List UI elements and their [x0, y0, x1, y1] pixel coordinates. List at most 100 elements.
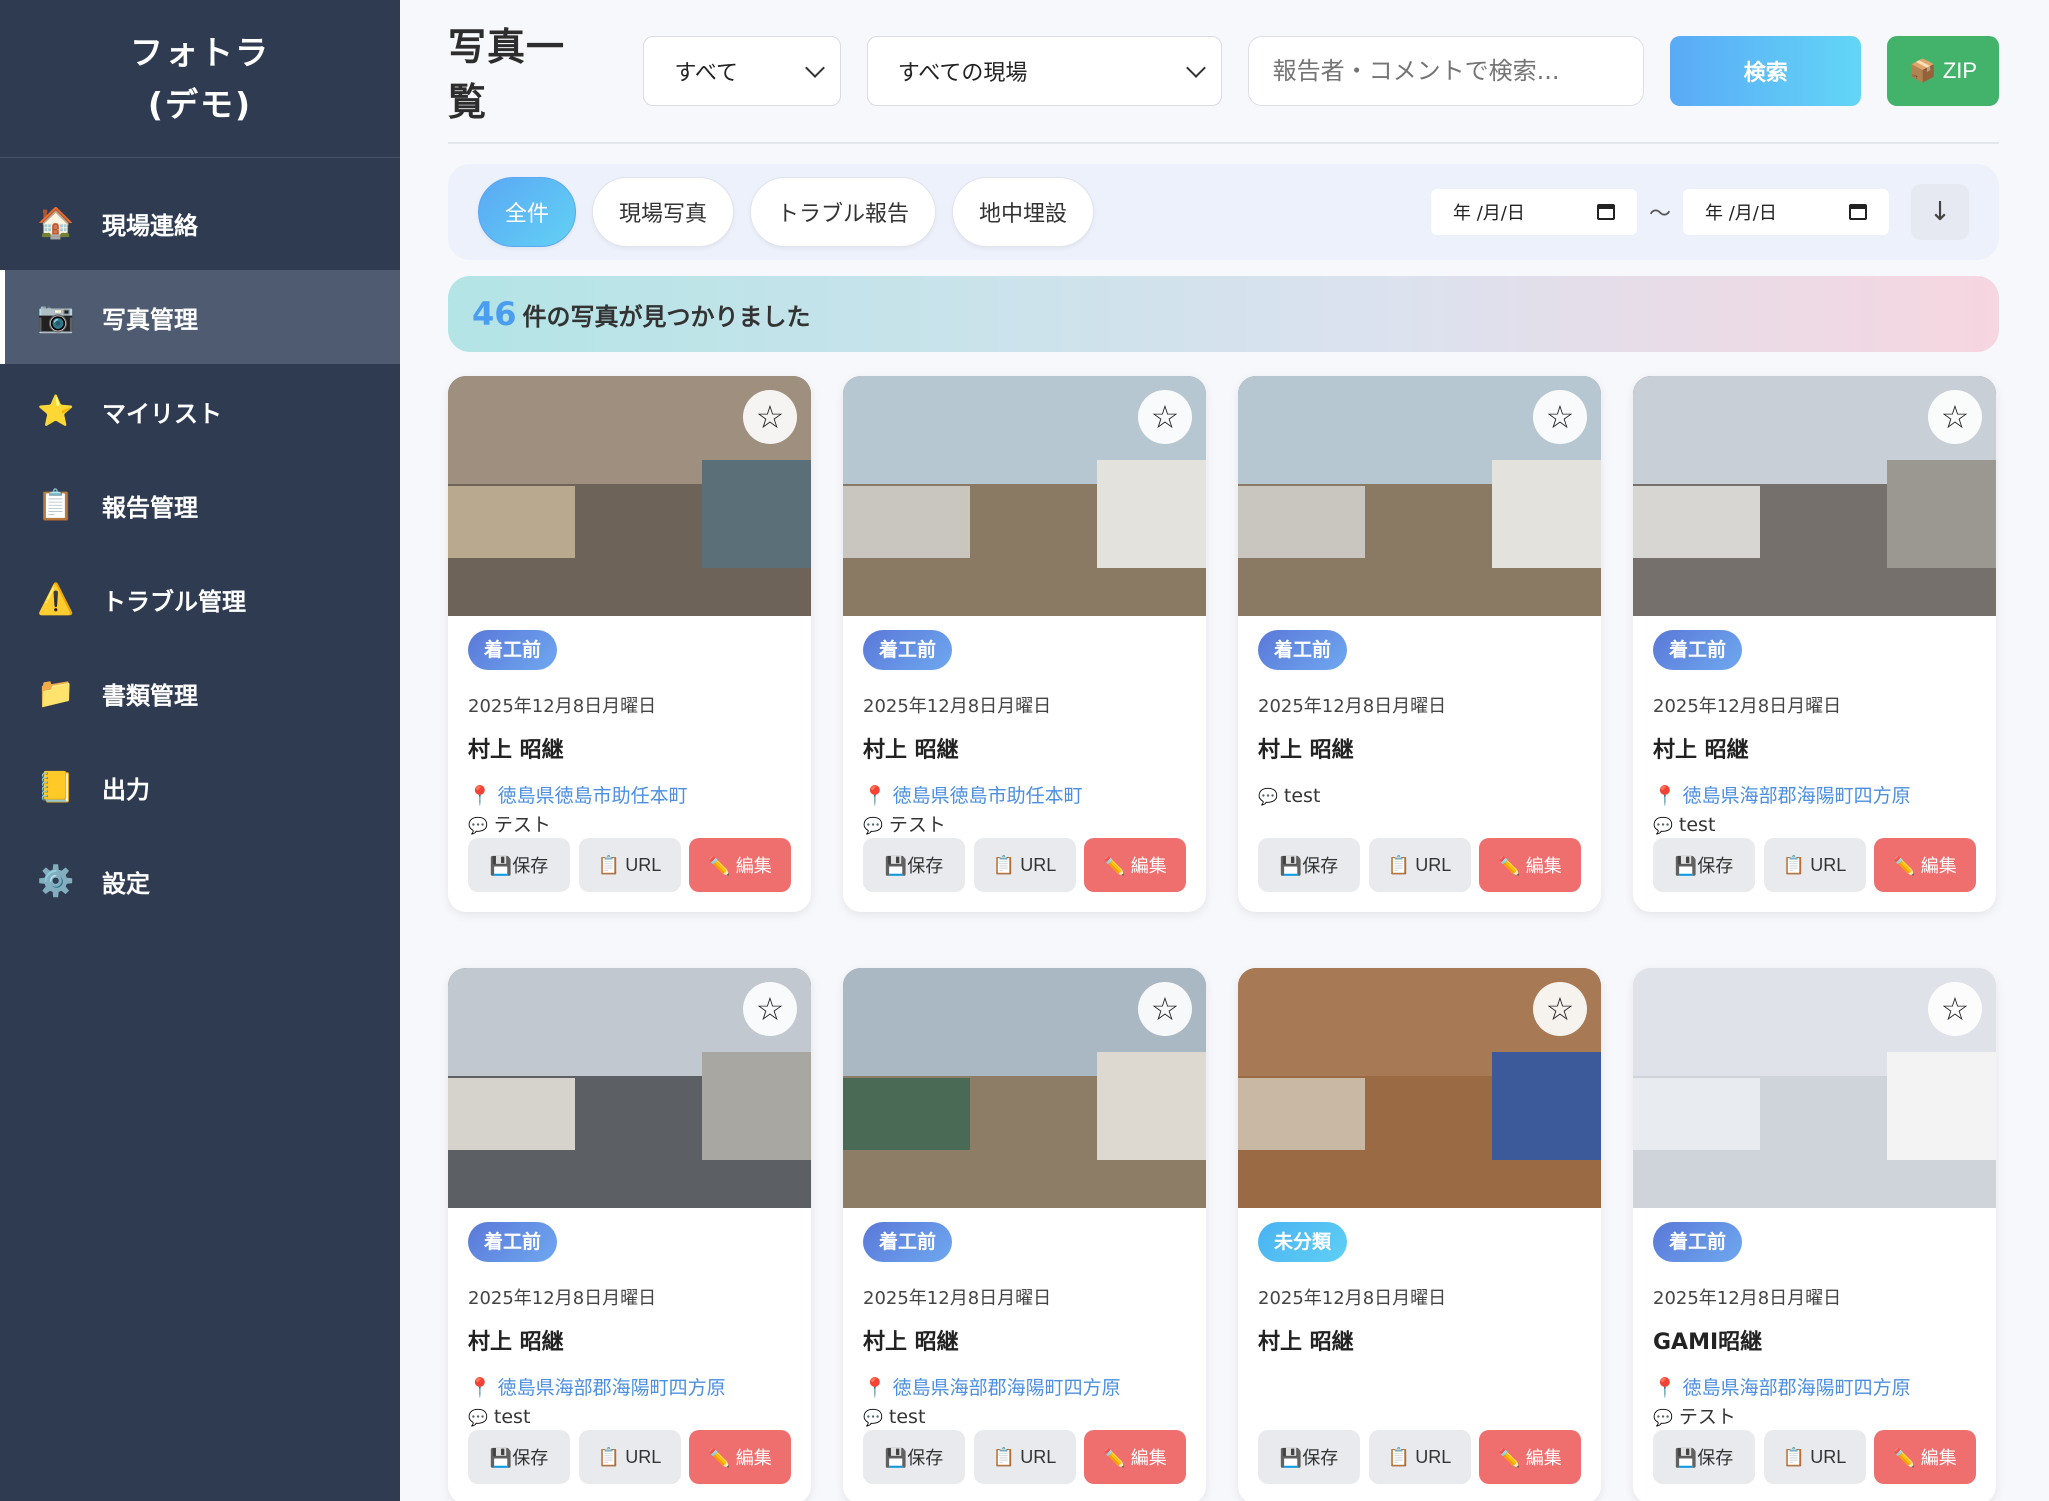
edit-button[interactable]: ✏️ 編集	[1874, 1430, 1976, 1484]
filter-chip[interactable]: 全件	[478, 177, 577, 247]
sidebar-item-mylist[interactable]: ⭐ マイリスト	[0, 364, 400, 458]
date-from-input[interactable]: 年 /月/日	[1430, 189, 1637, 235]
card-location[interactable]: 📍 徳島県海部郡海陽町四方原	[1653, 782, 1976, 811]
search-input[interactable]	[1247, 36, 1645, 106]
photo-card[interactable]: ☆ 着工前 2025年12月8日月曜日 GAMI昭継 📍 徳島県海部郡海陽町四方原…	[1633, 968, 1996, 1501]
save-button[interactable]: 💾保存	[1258, 838, 1360, 892]
copy-url-button[interactable]: 📋 URL	[578, 1430, 681, 1484]
save-button[interactable]: 💾保存	[1653, 838, 1755, 892]
pin-icon: 📍	[863, 1377, 887, 1399]
filter-chip[interactable]: 地中埋設	[952, 177, 1095, 247]
speech-bubble-icon: 💬	[863, 816, 883, 835]
favorite-star-icon[interactable]: ☆	[743, 390, 797, 444]
edit-button[interactable]: ✏️ 編集	[1479, 1430, 1581, 1484]
card-photo[interactable]: ☆	[1238, 968, 1601, 1208]
copy-url-button[interactable]: 📋 URL	[1763, 1430, 1866, 1484]
sidebar-item-settings[interactable]: ⚙️ 設定	[0, 834, 400, 928]
card-location[interactable]: 📍 徳島県徳島市助任本町	[468, 782, 791, 811]
favorite-star-icon[interactable]: ☆	[1928, 390, 1982, 444]
card-reporter: 村上 昭継	[1258, 1330, 1354, 1355]
copy-url-button[interactable]: 📋 URL	[1368, 838, 1471, 892]
sidebar-item-photo-management[interactable]: 📷 写真管理	[0, 270, 400, 364]
sidebar-item-documents[interactable]: 📁 書類管理	[0, 646, 400, 740]
photo-card[interactable]: ☆ 着工前 2025年12月8日月曜日 村上 昭継 📍 徳島県徳島市助任本町 💬 テス…	[843, 376, 1206, 912]
card-photo[interactable]: ☆	[448, 376, 811, 616]
card-location[interactable]: 📍 徳島県海部郡海陽町四方原	[863, 1374, 1186, 1403]
favorite-star-icon[interactable]: ☆	[1928, 982, 1982, 1036]
favorite-star-icon[interactable]: ☆	[1533, 982, 1587, 1036]
save-button[interactable]: 💾保存	[468, 838, 570, 892]
copy-url-button[interactable]: 📋 URL	[973, 1430, 1076, 1484]
copy-url-button[interactable]: 📋 URL	[1368, 1430, 1471, 1484]
card-photo[interactable]: ☆	[843, 376, 1206, 616]
calendar-icon	[1849, 204, 1867, 220]
edit-button[interactable]: ✏️ 編集	[689, 838, 791, 892]
camera-icon: 📷	[37, 299, 75, 335]
edit-button[interactable]: ✏️ 編集	[1084, 838, 1186, 892]
favorite-star-icon[interactable]: ☆	[1138, 982, 1192, 1036]
site-select[interactable]: すべての現場	[866, 36, 1222, 106]
app-brand: フォトラ (デモ)	[0, 0, 400, 158]
sort-button[interactable]: ↓	[1911, 184, 1969, 240]
favorite-star-icon[interactable]: ☆	[743, 982, 797, 1036]
edit-button[interactable]: ✏️ 編集	[689, 1430, 791, 1484]
card-photo[interactable]: ☆	[1238, 376, 1601, 616]
photo-card[interactable]: ☆ 着工前 2025年12月8日月曜日 村上 昭継 📍 徳島県海部郡海陽町四方原 💬…	[1633, 376, 1996, 912]
pin-icon: 📍	[863, 785, 887, 807]
copy-url-button[interactable]: 📋 URL	[578, 838, 681, 892]
save-button[interactable]: 💾保存	[1258, 1430, 1360, 1484]
pin-icon: 📍	[1653, 1377, 1677, 1399]
edit-button[interactable]: ✏️ 編集	[1084, 1430, 1186, 1484]
photo-card[interactable]: ☆ 着工前 2025年12月8日月曜日 村上 昭継 📍 徳島県徳島市助任本町 💬 テス…	[448, 376, 811, 912]
sidebar-item-trouble[interactable]: ⚠️ トラブル管理	[0, 552, 400, 646]
card-photo[interactable]: ☆	[1633, 376, 1996, 616]
edit-button[interactable]: ✏️ 編集	[1874, 838, 1976, 892]
favorite-star-icon[interactable]: ☆	[1533, 390, 1587, 444]
sidebar-item-label: 書類管理	[102, 681, 198, 710]
card-reporter: 村上 昭継	[1653, 738, 1749, 763]
search-button[interactable]: 検索	[1670, 36, 1862, 106]
sidebar-item-site-contact[interactable]: 🏠 現場連絡	[0, 176, 400, 270]
card-date: 2025年12月8日月曜日	[863, 696, 1052, 717]
card-photo[interactable]: ☆	[448, 968, 811, 1208]
category-badge: 着工前	[1258, 630, 1348, 670]
card-location[interactable]: 📍 徳島県徳島市助任本町	[863, 782, 1186, 811]
date-to-input[interactable]: 年 /月/日	[1683, 189, 1889, 235]
card-photo[interactable]: ☆	[843, 968, 1206, 1208]
card-photo[interactable]: ☆	[1633, 968, 1996, 1208]
zip-download-button[interactable]: 📦 ZIP	[1887, 36, 1999, 106]
sidebar-item-label: マイリスト	[102, 399, 222, 428]
category-badge: 着工前	[468, 630, 558, 670]
card-reporter: 村上 昭継	[863, 1330, 959, 1355]
card-location[interactable]: 📍 徳島県海部郡海陽町四方原	[1653, 1374, 1976, 1403]
edit-button[interactable]: ✏️ 編集	[1479, 838, 1581, 892]
speech-bubble-icon: 💬	[1653, 816, 1673, 835]
card-meta: 📍 徳島県海部郡海陽町四方原 💬 test	[863, 1374, 1186, 1438]
favorite-star-icon[interactable]: ☆	[1138, 390, 1192, 444]
category-select-value: すべて	[674, 61, 738, 86]
category-select[interactable]: すべて	[643, 36, 841, 106]
card-reporter: 村上 昭継	[863, 738, 959, 763]
card-location[interactable]: 📍 徳島県海部郡海陽町四方原	[468, 1374, 791, 1403]
pin-icon: 📍	[468, 785, 492, 807]
brand-subtitle: (デモ)	[147, 84, 253, 124]
speech-bubble-icon: 💬	[468, 1408, 488, 1427]
card-actions: 💾保存 📋 URL ✏️ 編集	[863, 838, 1186, 892]
category-badge: 着工前	[1653, 630, 1743, 670]
filter-chip[interactable]: 現場写真	[592, 177, 735, 247]
sidebar-item-output[interactable]: 📒 出力	[0, 740, 400, 834]
photo-card[interactable]: ☆ 着工前 2025年12月8日月曜日 村上 昭継 💬 test 💾保存 📋 UR…	[1238, 376, 1601, 912]
photo-card[interactable]: ☆ 着工前 2025年12月8日月曜日 村上 昭継 📍 徳島県海部郡海陽町四方原 💬…	[448, 968, 811, 1501]
save-button[interactable]: 💾保存	[863, 1430, 965, 1484]
save-button[interactable]: 💾保存	[863, 838, 965, 892]
notebook-icon: 📒	[37, 769, 75, 805]
photo-card[interactable]: ☆ 着工前 2025年12月8日月曜日 村上 昭継 📍 徳島県海部郡海陽町四方原 💬…	[843, 968, 1206, 1501]
save-button[interactable]: 💾保存	[1653, 1430, 1755, 1484]
save-button[interactable]: 💾保存	[468, 1430, 570, 1484]
card-actions: 💾保存 📋 URL ✏️ 編集	[1258, 838, 1581, 892]
filter-chip[interactable]: トラブル報告	[750, 177, 937, 247]
copy-url-button[interactable]: 📋 URL	[1763, 838, 1866, 892]
photo-card[interactable]: ☆ 未分類 2025年12月8日月曜日 村上 昭継 💾保存 📋 URL ✏️ 編…	[1238, 968, 1601, 1501]
sidebar-item-reports[interactable]: 📋 報告管理	[0, 458, 400, 552]
copy-url-button[interactable]: 📋 URL	[973, 838, 1076, 892]
